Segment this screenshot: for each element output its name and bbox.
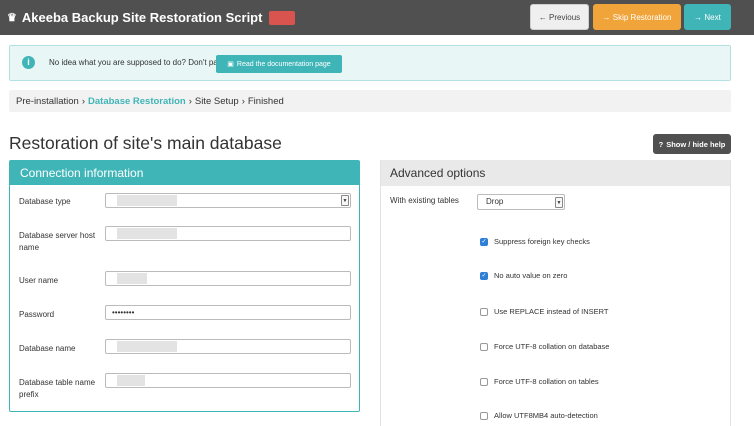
- app-title-text: Akeeba Backup Site Restoration Script: [21, 10, 263, 25]
- breadcrumb-separator: ›: [81, 95, 86, 107]
- breadcrumb-separator: ›: [188, 95, 192, 107]
- app-title: ♛ Akeeba Backup Site Restoration Script: [7, 10, 296, 25]
- checkbox-icon[interactable]: [480, 342, 488, 351]
- previous-button[interactable]: ← Previous: [530, 4, 589, 30]
- top-bar: ♛ Akeeba Backup Site Restoration Script …: [0, 0, 754, 35]
- database-name-label: Database name: [19, 344, 76, 353]
- database-host-label: Database server host name: [19, 231, 96, 252]
- redacted-badge: [269, 10, 296, 25]
- existing-tables-label: With existing tables: [390, 196, 459, 205]
- suppress-foreign-key-checks-option[interactable]: ✓ Suppress foreign key checks: [480, 237, 590, 246]
- info-text: No idea what you are supposed to do? Don…: [49, 58, 231, 67]
- existing-tables-select[interactable]: Drop ▼: [477, 194, 565, 210]
- breadcrumb-item-pre-installation: Pre-installation: [16, 95, 79, 107]
- checkbox-icon[interactable]: [480, 307, 488, 316]
- documentation-button[interactable]: ▣ Read the documentation page: [216, 55, 342, 73]
- breadcrumb: Pre-installation › Database Restoration …: [9, 90, 731, 112]
- database-type-select[interactable]: ▼: [105, 193, 351, 208]
- chevron-down-icon: ▼: [555, 197, 563, 208]
- next-button[interactable]: → Next: [684, 4, 731, 30]
- connection-panel-header: Connection information: [10, 161, 359, 185]
- checkbox-icon[interactable]: [480, 411, 488, 420]
- akeeba-logo-icon: ♛: [7, 12, 17, 24]
- option-label: Force UTF-8 collation on tables: [494, 377, 599, 386]
- password-input[interactable]: ••••••••: [105, 305, 351, 320]
- database-name-input[interactable]: [105, 339, 351, 354]
- info-box: i No idea what you are supposed to do? D…: [9, 45, 731, 81]
- allow-utf8mb4-option[interactable]: Allow UTF8MB4 auto-detection: [480, 411, 598, 420]
- connection-panel: Connection information Database type ▼ D…: [9, 160, 360, 412]
- checkbox-checked-icon[interactable]: ✓: [480, 237, 488, 246]
- documentation-button-label: Read the documentation page: [236, 60, 331, 68]
- table-prefix-label: Database table name prefix: [19, 378, 96, 399]
- option-label: Force UTF-8 collation on database: [494, 342, 610, 351]
- force-utf8-tables-option[interactable]: Force UTF-8 collation on tables: [480, 377, 599, 386]
- help-button-label: Show / hide help: [666, 139, 726, 149]
- question-icon: ?: [658, 139, 664, 149]
- option-label: Allow UTF8MB4 auto-detection: [494, 411, 598, 420]
- page-title: Restoration of site's main database: [9, 133, 282, 153]
- info-icon: i: [22, 56, 35, 69]
- book-icon: ▣: [227, 61, 234, 68]
- breadcrumb-item-finished: Finished: [247, 95, 284, 107]
- checkbox-checked-icon[interactable]: ✓: [480, 271, 488, 280]
- option-label: Use REPLACE instead of INSERT: [494, 307, 609, 316]
- option-label: Suppress foreign key checks: [494, 237, 590, 246]
- database-type-label: Database type: [19, 197, 71, 206]
- no-auto-value-on-zero-option[interactable]: ✓ No auto value on zero: [480, 271, 567, 280]
- chevron-down-icon: ▼: [341, 195, 349, 206]
- table-prefix-input[interactable]: [105, 373, 351, 388]
- advanced-options-header: Advanced options: [381, 160, 730, 186]
- show-hide-help-button[interactable]: ? Show / hide help: [653, 134, 731, 154]
- user-name-label: User name: [19, 276, 59, 285]
- checkbox-icon[interactable]: [480, 377, 488, 386]
- user-name-input[interactable]: [105, 271, 351, 286]
- force-utf8-database-option[interactable]: Force UTF-8 collation on database: [480, 342, 609, 351]
- use-replace-option[interactable]: Use REPLACE instead of INSERT: [480, 307, 609, 316]
- skip-restoration-button[interactable]: → Skip Restoration: [593, 4, 681, 30]
- option-label: No auto value on zero: [494, 271, 568, 280]
- breadcrumb-item-site-setup: Site Setup: [194, 95, 239, 107]
- advanced-options-panel: Advanced options With existing tables Dr…: [380, 160, 731, 426]
- existing-tables-value: Drop: [486, 197, 504, 206]
- password-label: Password: [19, 310, 55, 319]
- breadcrumb-separator: ›: [241, 95, 245, 107]
- database-host-input[interactable]: [105, 226, 351, 241]
- breadcrumb-item-database-restoration: Database Restoration: [88, 95, 186, 107]
